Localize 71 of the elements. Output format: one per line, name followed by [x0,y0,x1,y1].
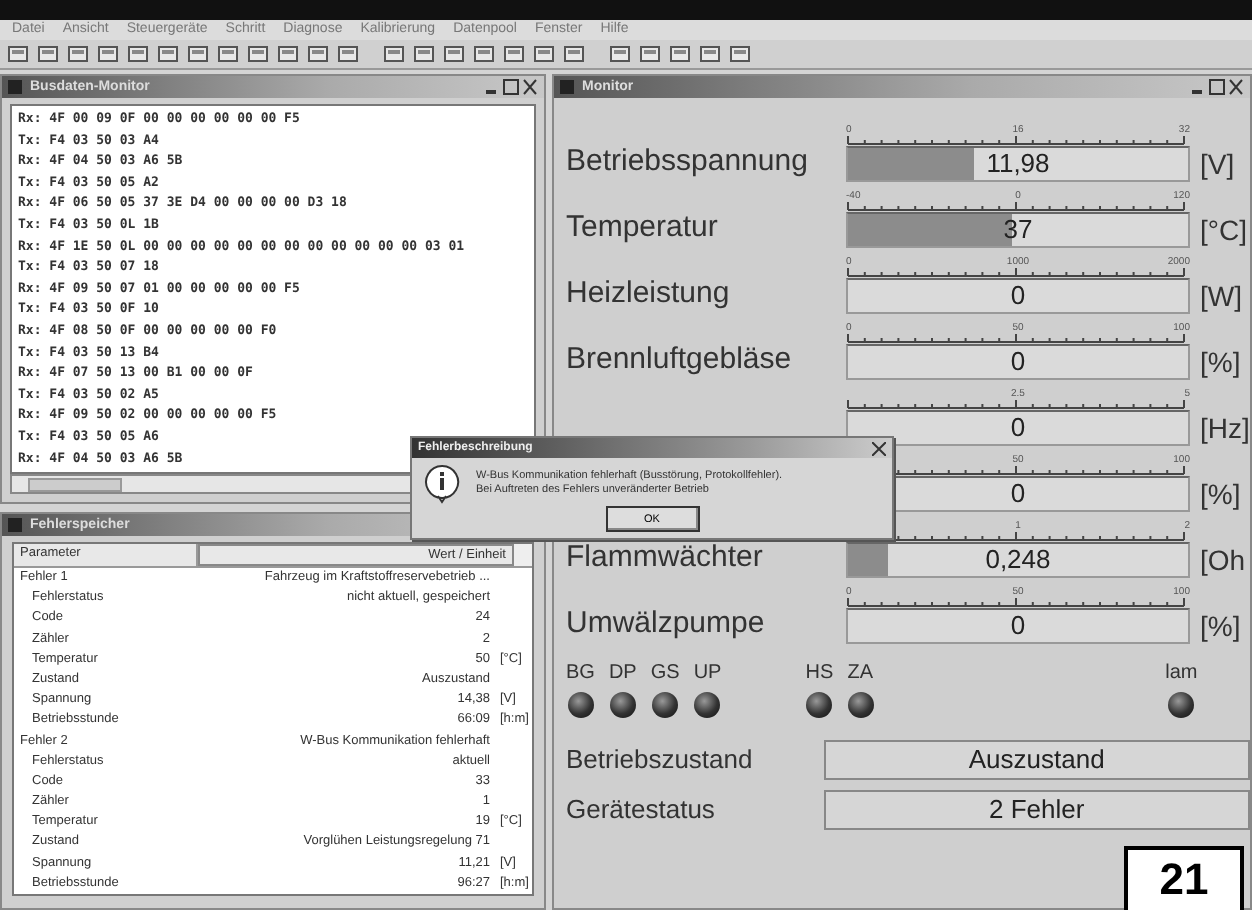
unit-label: [%] [1198,346,1241,380]
toolbar-icon[interactable] [696,41,722,67]
indicator-label: BG [566,662,595,684]
toolbar-icon[interactable] [274,41,300,67]
gauge-label: Betriebsspannung [566,144,810,182]
figure-number: 21 [1124,846,1244,910]
toolbar-icon[interactable] [726,41,752,67]
info-icon [424,464,460,504]
status-label: Gerätestatus [566,794,717,824]
toolbar-icon[interactable] [380,41,406,67]
window-icon [8,518,22,532]
gauge-reading: 0 [1010,280,1026,312]
toolbar-icon[interactable] [154,41,180,67]
unit-label: [V] [1198,148,1235,182]
window-icon [8,80,22,94]
toolbar-icon[interactable] [304,41,330,67]
gauge-reading: 0 [1010,346,1026,378]
tick-marks-icon [846,598,1190,608]
gauge-label: Flammwächter [566,540,765,578]
toolbar-icon[interactable] [4,41,30,67]
gauge-reading: 11,98 [986,148,1050,180]
toolbar-icon[interactable] [124,41,150,67]
window-controls-icon[interactable] [486,78,538,96]
toolbar-icon[interactable] [64,41,90,67]
gauge-reading: 0 [1010,412,1026,444]
tick-marks-icon [846,202,1190,212]
window-controls-icon[interactable] [1192,78,1244,96]
toolbar-icon[interactable] [636,41,662,67]
gauge-reading: 0,248 [985,544,1051,576]
unit-label: [W] [1198,280,1242,314]
tick-marks-icon [846,400,1190,410]
indicator-label: ZA [847,662,874,684]
close-icon[interactable] [872,441,886,455]
status-label: Betriebszustand [566,744,755,774]
toolbar-icon[interactable] [470,41,496,67]
toolbar-icon[interactable] [34,41,60,67]
gauge-label: Brennluftgebläse [566,342,794,380]
toolbar-icon[interactable] [334,41,360,67]
toolbar-icon[interactable] [560,41,586,67]
unit-label: [%] [1198,610,1241,644]
toolbar-icon[interactable] [440,41,466,67]
toolbar-icon[interactable] [666,41,692,67]
indicator-label: DP [608,662,637,684]
tick-marks-icon [846,334,1190,344]
unit-label: [%] [1198,478,1241,512]
unit-label: [Oh [1198,544,1246,578]
toolbar-icon[interactable] [500,41,526,67]
tick-marks-icon [846,136,1190,146]
window-icon [560,80,574,94]
gauge-label: Temperatur [566,210,720,248]
unit-label: [Hz] [1198,412,1250,446]
status-field: 2 Fehler [823,789,1250,829]
toolbar-icon[interactable] [410,41,436,67]
toolbar-icon[interactable] [214,41,240,67]
gauge-reading: 0 [1010,478,1026,510]
indicator-label: lam [1165,662,1198,684]
gauge-label: Heizleistung [566,276,732,314]
tick-marks-icon [846,268,1190,278]
gauge-label: Umwälzpumpe [566,606,767,644]
indicator-label: UP [693,662,722,684]
gauge-reading: 0 [1010,610,1026,642]
indicator-label: GS [650,662,680,684]
toolbar-icon[interactable] [606,41,632,67]
status-field: Auszustand [823,739,1250,779]
toolbar-icon[interactable] [530,41,556,67]
toolbar-icon[interactable] [244,41,270,67]
toolbar-icon[interactable] [184,41,210,67]
indicator-label: HS [805,662,834,684]
unit-label: [°C] [1198,214,1247,248]
gauge-reading: 37 [1003,214,1033,246]
toolbar-icon[interactable] [94,41,120,67]
